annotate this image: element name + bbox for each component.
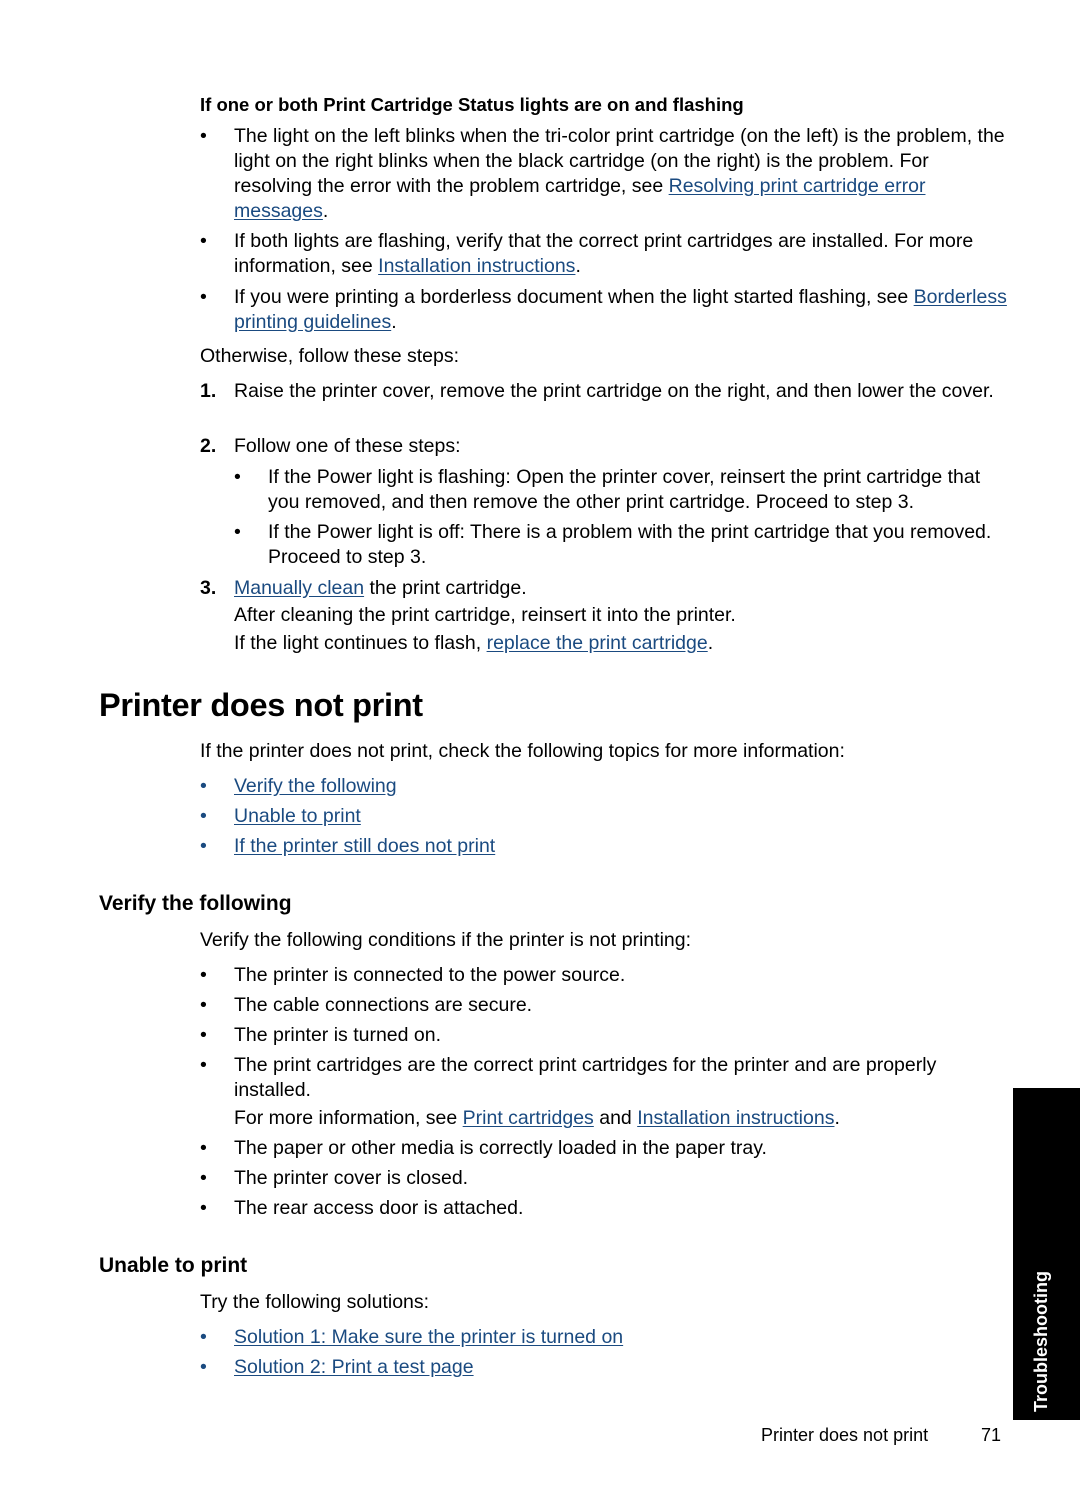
step-3-line-3: If the light continues to flash, replace… bbox=[234, 632, 714, 654]
list-item: • The printer is turned on. bbox=[200, 1024, 442, 1046]
page-title: Printer does not print bbox=[99, 687, 423, 723]
bullet-icon: • bbox=[200, 775, 207, 797]
sub-list-item: • If the Power light is flashing: Open t… bbox=[234, 466, 981, 513]
footer-section-title: Printer does not print bbox=[761, 1425, 929, 1445]
bullet-icon: • bbox=[234, 521, 241, 543]
bullet-icon: • bbox=[200, 125, 207, 147]
link-verify-the-following[interactable]: Verify the following bbox=[234, 775, 397, 797]
chapter-side-tab-label: Troubleshooting bbox=[1031, 1271, 1051, 1412]
page-number: 71 bbox=[981, 1425, 1002, 1445]
list-item: • The printer cover is closed. bbox=[200, 1167, 469, 1189]
list-item: • If the printer still does not print bbox=[200, 834, 1010, 859]
bullet-icon: • bbox=[200, 230, 207, 252]
link-if-the-printer-still-does-not-print[interactable]: If the printer still does not print bbox=[234, 835, 495, 857]
link-replace-the-print-cartridge[interactable]: replace the print cartridge bbox=[487, 632, 708, 654]
bullet-icon: • bbox=[200, 286, 207, 308]
list-item: • The cable connections are secure. bbox=[200, 994, 533, 1016]
list-item: • Solution 2: Print a test page bbox=[200, 1355, 1010, 1380]
otherwise-text: Otherwise, follow these steps: bbox=[200, 345, 460, 367]
more-info-text: For more information, see Print cartridg… bbox=[234, 1107, 840, 1129]
section-heading-unable: Unable to print bbox=[99, 1254, 248, 1277]
bullet-icon: • bbox=[200, 1054, 207, 1076]
list-item: • The print cartridges are the correct p… bbox=[200, 1054, 937, 1101]
bullet-icon: • bbox=[200, 964, 207, 986]
step-1: 1. Raise the printer cover, remove the p… bbox=[200, 380, 994, 402]
link-unable-to-print[interactable]: Unable to print bbox=[234, 805, 361, 827]
unable-intro: Try the following solutions: bbox=[200, 1291, 430, 1313]
list-item: • Verify the following bbox=[200, 774, 1010, 799]
list-item: • The paper or other media is correctly … bbox=[200, 1137, 767, 1159]
bullet-icon: • bbox=[200, 1137, 207, 1159]
sub-list-item: • If the Power light is off: There is a … bbox=[234, 521, 992, 568]
bullet-icon: • bbox=[200, 1167, 207, 1189]
bullet-icon: • bbox=[200, 805, 207, 827]
bullet-icon: • bbox=[200, 994, 207, 1016]
list-item: • The rear access door is attached. bbox=[200, 1197, 524, 1219]
link-solution-1[interactable]: Solution 1: Make sure the printer is tur… bbox=[234, 1326, 623, 1348]
bullet-icon: • bbox=[200, 1356, 207, 1378]
bullet-icon: • bbox=[200, 1326, 207, 1348]
list-item: • Unable to print bbox=[200, 804, 1010, 829]
bullet-icon: • bbox=[234, 466, 241, 488]
list-item: • If both lights are flashing, verify th… bbox=[200, 230, 974, 277]
list-item: • The light on the left blinks when the … bbox=[200, 125, 1005, 222]
link-print-cartridges[interactable]: Print cartridges bbox=[463, 1107, 594, 1129]
section-heading-status-lights: If one or both Print Cartridge Status li… bbox=[200, 94, 744, 115]
link-solution-2[interactable]: Solution 2: Print a test page bbox=[234, 1356, 474, 1378]
bullet-icon: • bbox=[200, 1024, 207, 1046]
verify-intro: Verify the following conditions if the p… bbox=[200, 929, 692, 951]
step-2: 2. Follow one of these steps: bbox=[200, 435, 461, 457]
link-installation-instructions-2[interactable]: Installation instructions bbox=[637, 1107, 834, 1129]
bullet-icon: • bbox=[200, 835, 207, 857]
list-item: • If you were printing a borderless docu… bbox=[200, 286, 1007, 333]
intro-text: If the printer does not print, check the… bbox=[200, 740, 845, 762]
step-3: 3. Manually clean the print cartridge. bbox=[200, 577, 527, 599]
section-heading-verify: Verify the following bbox=[99, 892, 292, 915]
list-item: • The printer is connected to the power … bbox=[200, 964, 626, 986]
link-manually-clean[interactable]: Manually clean bbox=[234, 577, 364, 599]
link-installation-instructions[interactable]: Installation instructions bbox=[378, 255, 575, 277]
list-item: • Solution 1: Make sure the printer is t… bbox=[200, 1325, 1010, 1350]
bullet-icon: • bbox=[200, 1197, 207, 1219]
step-3-line-2: After cleaning the print cartridge, rein… bbox=[234, 604, 736, 626]
